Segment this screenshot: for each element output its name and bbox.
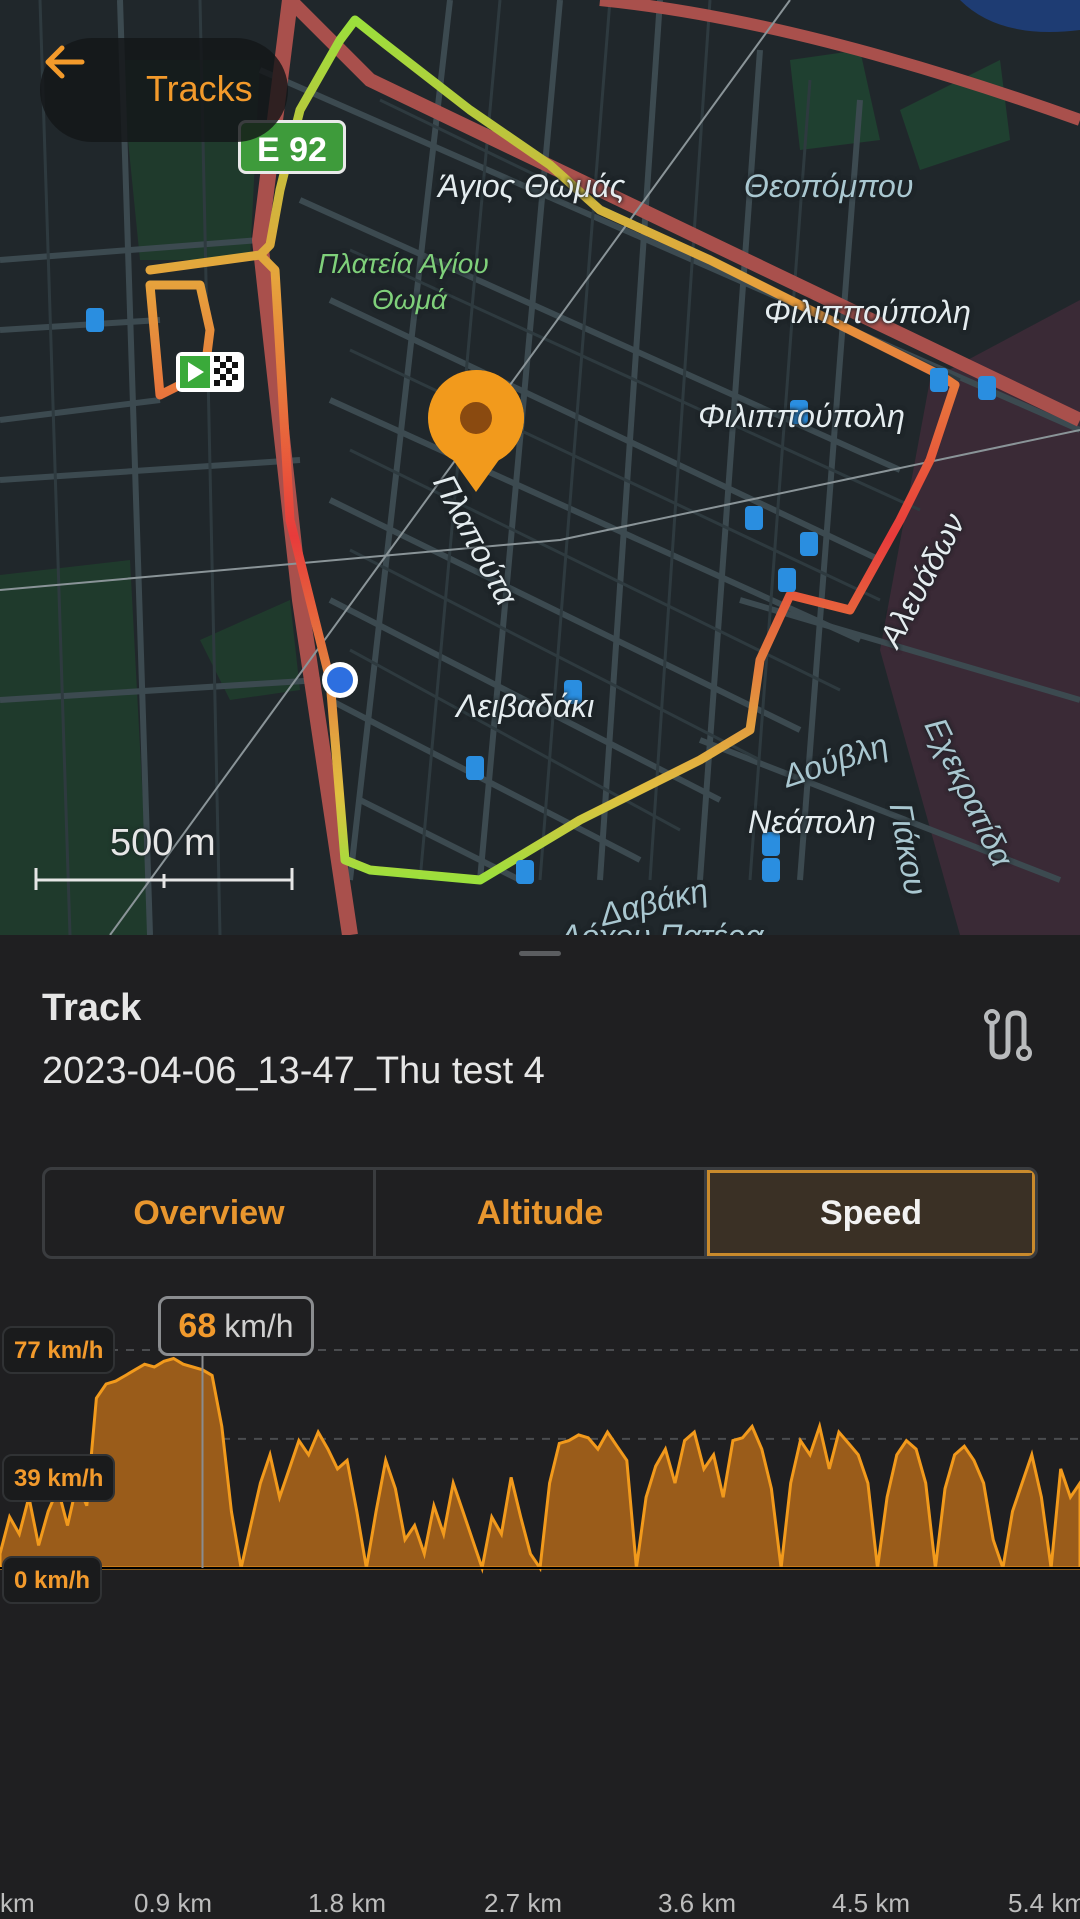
x-tick-label: 5.4 km — [1008, 1888, 1080, 1918]
map-label-bottom-street: Λόχου Πατέρα — [560, 918, 763, 935]
tooltip-unit: km/h — [224, 1307, 294, 1344]
x-tick-label: 3.6 km — [658, 1888, 737, 1918]
speed-chart[interactable]: 68 km/h 77 km/h 39 km/h 0 km/h km 0.9 km… — [0, 1270, 1080, 1918]
x-tick-label: 2.7 km — [484, 1888, 563, 1918]
tooltip-value: 68 — [178, 1306, 217, 1345]
map-label-livadaki: Λειβαδάκι — [456, 688, 595, 724]
speed-tooltip: 68 km/h — [158, 1296, 314, 1356]
location-pin-icon[interactable] — [428, 370, 524, 492]
route-icon[interactable] — [980, 1007, 1032, 1063]
map-label-filippoupoli: Φιλιππούπολη — [698, 398, 905, 434]
back-to-tracks-button[interactable]: Tracks — [40, 38, 288, 142]
x-tick-label: km — [0, 1888, 35, 1918]
y-tick-label: 77 km/h — [2, 1326, 116, 1374]
x-tick-label: 0.9 km — [134, 1888, 213, 1918]
tab-overview[interactable]: Overview — [45, 1170, 376, 1256]
map-label-theopompou: Θεοπόμπου — [744, 168, 914, 204]
scale-label: 500 m — [110, 822, 216, 864]
sheet-drag-handle[interactable] — [519, 951, 561, 956]
back-arrow-icon — [45, 45, 85, 79]
tab-altitude[interactable]: Altitude — [376, 1170, 707, 1256]
map-label-plateia: Θωμά — [372, 284, 447, 315]
map-label-filippoupoli: Φιλιππούπολη — [764, 294, 971, 330]
tab-speed[interactable]: Speed — [707, 1170, 1035, 1256]
track-details-sheet: Track 2023-04-06_13-47_Thu test 4 Overvi… — [0, 935, 1080, 1918]
track-name: 2023-04-06_13-47_Thu test 4 — [42, 1050, 545, 1092]
current-position-dot — [327, 667, 353, 693]
track-section-label: Track — [42, 987, 142, 1029]
y-tick-label: 0 km/h — [2, 1556, 103, 1604]
x-tick-label: 1.8 km — [308, 1888, 387, 1918]
map-view[interactable]: Άγιος Θωμάς Πλατεία Αγίου Θωμά Θεοπόμπου… — [0, 0, 1080, 935]
start-finish-marker[interactable] — [176, 352, 244, 392]
back-button-label: Tracks — [146, 68, 253, 109]
map-label-agios-thomas: Άγιος Θωμάς — [438, 168, 626, 204]
track-tabs: Overview Altitude Speed — [42, 1167, 1038, 1259]
river — [960, 0, 1080, 32]
map-label-neapoli: Νεάπολη — [748, 804, 876, 840]
x-tick-label: 4.5 km — [832, 1888, 911, 1918]
y-tick-label: 39 km/h — [2, 1454, 116, 1502]
speed-series-area — [0, 1356, 1080, 1574]
park-area — [790, 50, 880, 150]
map-label-plateia: Πλατεία Αγίου — [318, 248, 489, 279]
